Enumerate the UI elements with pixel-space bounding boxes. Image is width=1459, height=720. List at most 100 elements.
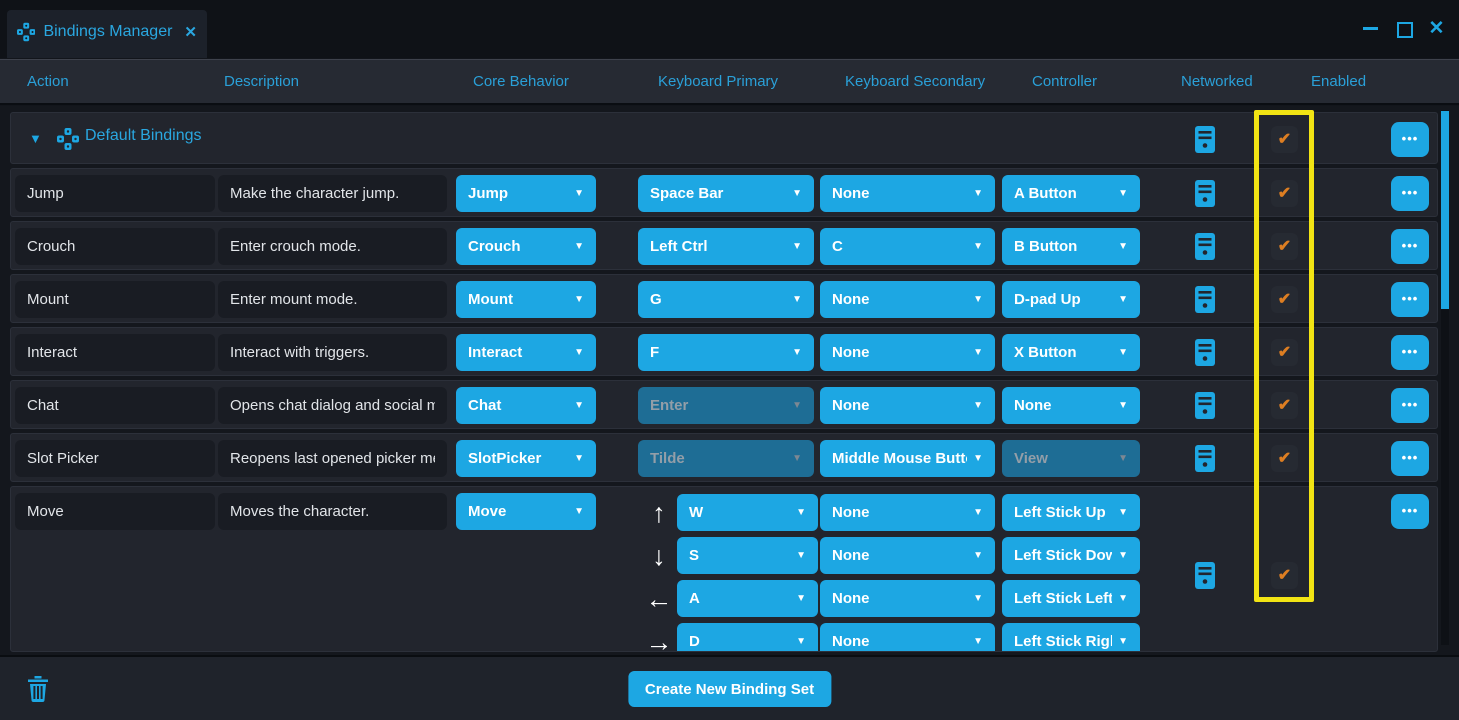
enabled-checkbox[interactable] xyxy=(1271,180,1298,207)
core-behavior-dropdown[interactable]: Mount xyxy=(456,281,596,318)
chevron-down-icon xyxy=(574,294,584,305)
controller-dropdown[interactable]: Left Stick Down xyxy=(1002,537,1140,574)
bindings-icon xyxy=(57,128,79,150)
controller-dropdown[interactable]: X Button xyxy=(1002,334,1140,371)
options-button[interactable] xyxy=(1391,229,1429,264)
ellipsis-icon xyxy=(1402,238,1419,253)
enabled-checkbox[interactable] xyxy=(1271,392,1298,419)
action-input[interactable] xyxy=(15,387,215,424)
col-core-behavior: Core Behavior xyxy=(473,73,569,90)
chevron-down-icon xyxy=(973,294,983,305)
options-button[interactable] xyxy=(1391,494,1429,529)
maximize-button[interactable] xyxy=(1395,20,1412,37)
core-behavior-dropdown[interactable]: Jump xyxy=(456,175,596,212)
options-button[interactable] xyxy=(1391,176,1429,211)
action-input[interactable] xyxy=(15,228,215,265)
keyboard-primary-dropdown[interactable]: F xyxy=(638,334,814,371)
core-behavior-dropdown[interactable]: Chat xyxy=(456,387,596,424)
keyboard-secondary-dropdown[interactable]: None xyxy=(820,494,995,531)
keyboard-primary-dropdown[interactable]: Left Ctrl xyxy=(638,228,814,265)
options-button[interactable] xyxy=(1391,122,1429,157)
keyboard-secondary-dropdown[interactable]: None xyxy=(820,537,995,574)
action-input[interactable] xyxy=(15,281,215,318)
description-input[interactable] xyxy=(218,334,447,371)
minimize-button[interactable] xyxy=(1362,20,1379,37)
controller-dropdown[interactable]: A Button xyxy=(1002,175,1140,212)
move-direction-right: → D None Left Stick Right xyxy=(11,623,1437,652)
keyboard-primary-dropdown[interactable]: G xyxy=(638,281,814,318)
keyboard-secondary-dropdown[interactable]: Middle Mouse Button xyxy=(820,440,995,477)
core-behavior-dropdown[interactable]: SlotPicker xyxy=(456,440,596,477)
close-button[interactable] xyxy=(1428,20,1445,37)
controller-dropdown[interactable]: B Button xyxy=(1002,228,1140,265)
footer-bar: Create New Binding Set xyxy=(0,655,1459,720)
chevron-down-icon xyxy=(1118,593,1128,604)
collapse-caret-icon[interactable] xyxy=(29,131,42,146)
enabled-checkbox[interactable] xyxy=(1271,562,1298,589)
binding-row-move: Move ↑ W None Left Stick Up ↓ S None Lef… xyxy=(10,486,1438,652)
dropdown-value: A Button xyxy=(1014,185,1112,202)
col-networked: Networked xyxy=(1181,73,1253,90)
keyboard-primary-dropdown[interactable]: S xyxy=(677,537,818,574)
action-input[interactable] xyxy=(15,440,215,477)
options-button[interactable] xyxy=(1391,282,1429,317)
binding-row-slot-picker: SlotPicker Tilde Middle Mouse Button Vie… xyxy=(10,433,1438,482)
dropdown-value: None xyxy=(832,291,967,308)
options-button[interactable] xyxy=(1391,335,1429,370)
description-input[interactable] xyxy=(218,387,447,424)
core-behavior-dropdown[interactable]: Crouch xyxy=(456,228,596,265)
keyboard-primary-dropdown[interactable]: Space Bar xyxy=(638,175,814,212)
enabled-checkbox[interactable] xyxy=(1271,339,1298,366)
dropdown-value: Interact xyxy=(468,344,568,361)
keyboard-secondary-dropdown[interactable]: None xyxy=(820,623,995,652)
dropdown-value: D-pad Up xyxy=(1014,291,1112,308)
trash-icon[interactable] xyxy=(28,676,48,702)
action-input[interactable] xyxy=(15,175,215,212)
description-input[interactable] xyxy=(218,175,447,212)
dropdown-value: Jump xyxy=(468,185,568,202)
tab-title: Bindings Manager xyxy=(43,23,172,41)
controller-dropdown[interactable]: Left Stick Right xyxy=(1002,623,1140,652)
enabled-checkbox[interactable] xyxy=(1271,233,1298,260)
chevron-down-icon xyxy=(973,400,983,411)
description-input[interactable] xyxy=(218,281,447,318)
keyboard-primary-dropdown[interactable]: W xyxy=(677,494,818,531)
keyboard-secondary-dropdown[interactable]: None xyxy=(820,580,995,617)
enabled-checkbox[interactable] xyxy=(1271,286,1298,313)
ellipsis-icon xyxy=(1402,503,1419,518)
keyboard-secondary-dropdown[interactable]: None xyxy=(820,334,995,371)
core-behavior-dropdown[interactable]: Interact xyxy=(456,334,596,371)
description-input[interactable] xyxy=(218,440,447,477)
dropdown-value: None xyxy=(832,590,967,607)
ellipsis-icon xyxy=(1402,131,1419,146)
options-button[interactable] xyxy=(1391,388,1429,423)
dropdown-value: Tilde xyxy=(650,450,786,467)
keyboard-secondary-dropdown[interactable]: None xyxy=(820,387,995,424)
bindings-list: Default Bindings Jump Space Bar None A B… xyxy=(0,106,1459,655)
scrollbar-thumb[interactable] xyxy=(1441,111,1449,309)
enabled-checkbox[interactable] xyxy=(1271,126,1298,153)
ellipsis-icon xyxy=(1402,344,1419,359)
action-input[interactable] xyxy=(15,334,215,371)
tab-bindings-manager[interactable]: Bindings Manager xyxy=(7,10,207,58)
chevron-down-icon xyxy=(1118,188,1128,199)
keyboard-secondary-dropdown[interactable]: None xyxy=(820,281,995,318)
keyboard-primary-dropdown[interactable]: A xyxy=(677,580,818,617)
description-input[interactable] xyxy=(218,228,447,265)
col-keyboard-primary: Keyboard Primary xyxy=(658,73,778,90)
controller-dropdown[interactable]: Left Stick Up xyxy=(1002,494,1140,531)
tab-close-icon[interactable] xyxy=(184,23,197,41)
vertical-scrollbar[interactable] xyxy=(1441,110,1449,645)
keyboard-secondary-dropdown[interactable]: None xyxy=(820,175,995,212)
controller-dropdown[interactable]: D-pad Up xyxy=(1002,281,1140,318)
arrow-up-icon: ↑ xyxy=(644,496,674,530)
options-button[interactable] xyxy=(1391,441,1429,476)
networked-icon xyxy=(1195,233,1215,260)
controller-dropdown[interactable]: Left Stick Left xyxy=(1002,580,1140,617)
enabled-checkbox[interactable] xyxy=(1271,445,1298,472)
create-new-binding-set-button[interactable]: Create New Binding Set xyxy=(628,671,831,707)
keyboard-primary-dropdown[interactable]: D xyxy=(677,623,818,652)
controller-dropdown[interactable]: None xyxy=(1002,387,1140,424)
keyboard-secondary-dropdown[interactable]: C xyxy=(820,228,995,265)
chevron-down-icon xyxy=(1118,400,1128,411)
